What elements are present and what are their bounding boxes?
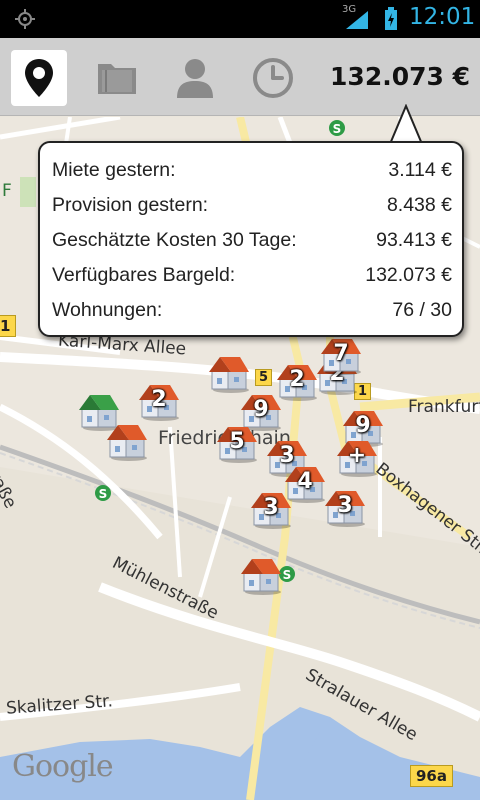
popup-pointer [388,104,424,144]
folder-icon [98,64,136,94]
svg-text:S: S [99,487,108,501]
stats-row-apartments: Wohnungen: 76 / 30 [52,293,452,327]
marker-count: 3 [337,493,353,518]
marker-count: 7 [333,341,349,366]
property-marker[interactable] [238,553,284,595]
stats-label: Geschätzte Kosten 30 Tage: [52,229,297,251]
google-logo: Google [12,749,114,784]
stats-value: 132.073 € [365,264,452,286]
property-marker[interactable]: 5 [214,421,260,463]
marker-count: 4 [297,469,313,494]
house-icon [209,357,249,393]
stats-value: 76 / 30 [392,299,452,321]
map-label-fragment: F [2,181,12,201]
stats-label: Provision gestern: [52,194,209,216]
property-marker[interactable] [206,351,252,393]
property-marker[interactable] [104,419,150,461]
tab-map[interactable] [11,50,67,106]
person-icon [177,59,213,98]
marker-count: 3 [263,495,279,520]
svg-text:S: S [333,122,342,136]
status-clock: 12:01 [409,4,476,30]
stats-value: 93.413 € [376,229,452,251]
stats-label: Wohnungen: [52,299,163,321]
stats-row-cash: Verfügbares Bargeld: 132.073 € [52,258,452,292]
property-marker[interactable]: 7 [318,333,364,375]
property-marker[interactable]: + [334,435,380,477]
property-marker[interactable]: 3 [322,485,368,527]
house-icon [241,559,281,595]
street-label-frankfurter: Frankfurt [408,397,480,417]
tab-portfolio[interactable] [89,50,145,106]
stats-label: Miete gestern: [52,159,176,181]
marker-count: 5 [229,429,245,454]
property-marker[interactable]: 3 [248,487,294,529]
marker-count: 2 [151,387,167,412]
gps-icon [15,9,35,29]
stats-value: 3.114 € [388,159,452,181]
status-bar: 3G 12:01 [0,0,480,38]
marker-count: 2 [289,367,305,392]
stats-popup[interactable]: Miete gestern: 3.114 € Provision gestern… [38,141,464,337]
balance-display[interactable]: 132.073 € [330,62,470,91]
tab-history[interactable] [245,50,301,106]
battery-icon [385,7,397,30]
marker-count: + [347,443,367,468]
signal-icon [346,11,368,29]
house-icon [107,425,147,461]
road-badge-96a: 96a [410,765,453,787]
stats-label: Verfügbares Bargeld: [52,264,236,286]
property-marker[interactable]: 2 [136,379,182,421]
stats-value: 8.438 € [386,194,452,216]
road-badge-5: 5 [255,369,273,386]
marker-count: 9 [253,397,269,422]
tab-profile[interactable] [167,50,223,106]
road-badge-left: 1 [0,315,17,337]
stats-row-estimated-costs: Geschätzte Kosten 30 Tage: 93.413 € [52,223,452,257]
stats-row-commission: Provision gestern: 8.438 € [52,188,452,222]
stats-row-rent: Miete gestern: 3.114 € [52,153,452,187]
clock-icon [253,58,293,98]
map-pin-icon [25,59,53,97]
